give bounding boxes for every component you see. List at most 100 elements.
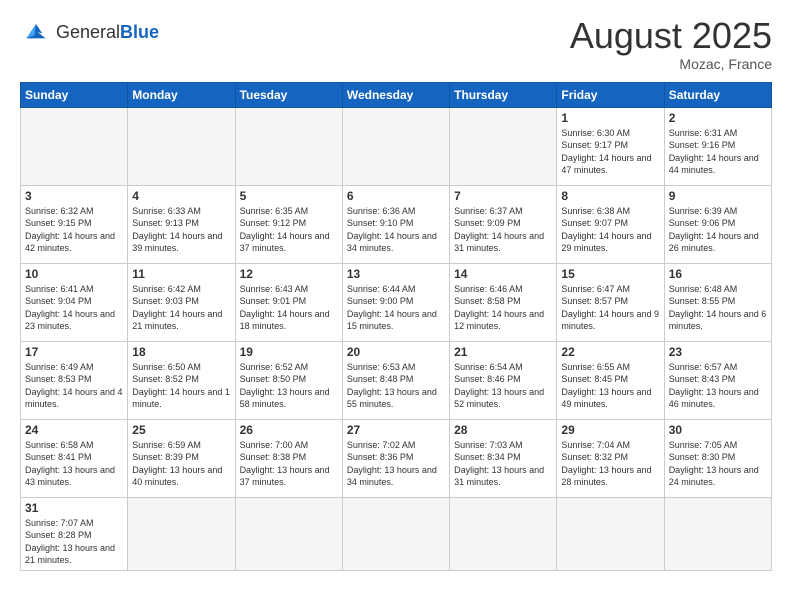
table-row: 30Sunrise: 7:05 AM Sunset: 8:30 PM Dayli…	[664, 419, 771, 497]
day-number: 18	[132, 345, 230, 359]
table-row: 13 Sunrise: 6:44 AM Sunset: 9:00 PM Dayli…	[342, 263, 449, 341]
table-row: 6 Sunrise: 6:36 AM Sunset: 9:10 PM Daylig…	[342, 185, 449, 263]
day-number: 4	[132, 189, 230, 203]
day-info: Sunrise: 6:53 AM Sunset: 8:48 PM Dayligh…	[347, 361, 445, 411]
day-number: 21	[454, 345, 552, 359]
table-row: 17 Sunrise: 6:49 AM Sunset: 8:53 PM Dayli…	[21, 341, 128, 419]
title-block: August 2025 Mozac, France	[570, 16, 772, 72]
calendar-table: Sunday Monday Tuesday Wednesday Thursday…	[20, 82, 772, 571]
day-info: Sunrise: 6:46 AM Sunset: 8:58 PM Dayligh…	[454, 283, 552, 333]
day-info: Sunrise: 6:54 AM Sunset: 8:46 PM Dayligh…	[454, 361, 552, 411]
table-row: 5Sunrise: 6:35 AM Sunset: 9:12 PM Daylig…	[235, 185, 342, 263]
table-row: 9Sunrise: 6:39 AM Sunset: 9:06 PM Daylig…	[664, 185, 771, 263]
day-number: 13	[347, 267, 445, 281]
table-row: 31 Sunrise: 7:07 AM Sunset: 8:28 PM Dayli…	[21, 497, 128, 570]
table-row: 14 Sunrise: 6:46 AM Sunset: 8:58 PM Dayli…	[450, 263, 557, 341]
day-info: Sunrise: 6:42 AM Sunset: 9:03 PM Dayligh…	[132, 283, 230, 333]
day-info: Sunrise: 6:55 AM Sunset: 8:45 PM Dayligh…	[561, 361, 659, 411]
day-number: 23	[669, 345, 767, 359]
calendar-week-row: 10Sunrise: 6:41 AM Sunset: 9:04 PM Dayli…	[21, 263, 772, 341]
logo-icon	[20, 16, 52, 48]
day-number: 16	[669, 267, 767, 281]
day-number: 6	[347, 189, 445, 203]
day-number: 3	[25, 189, 123, 203]
day-info: Sunrise: 6:44 AM Sunset: 9:00 PM Dayligh…	[347, 283, 445, 333]
calendar-header-row: Sunday Monday Tuesday Wednesday Thursday…	[21, 82, 772, 107]
table-row	[664, 497, 771, 570]
calendar-week-row: 31 Sunrise: 7:07 AM Sunset: 8:28 PM Dayli…	[21, 497, 772, 570]
table-row	[450, 107, 557, 185]
header-thursday: Thursday	[450, 82, 557, 107]
day-info: Sunrise: 6:58 AM Sunset: 8:41 PM Dayligh…	[25, 439, 123, 489]
day-number: 28	[454, 423, 552, 437]
day-info: Sunrise: 6:59 AM Sunset: 8:39 PM Dayligh…	[132, 439, 230, 489]
day-number: 9	[669, 189, 767, 203]
day-info: Sunrise: 6:49 AM Sunset: 8:53 PM Dayligh…	[25, 361, 123, 411]
table-row: 1 Sunrise: 6:30 AM Sunset: 9:17 PM Daylig…	[557, 107, 664, 185]
day-info: Sunrise: 6:43 AM Sunset: 9:01 PM Dayligh…	[240, 283, 338, 333]
page: GeneralBlue August 2025 Mozac, France Su…	[0, 0, 792, 612]
table-row: 22 Sunrise: 6:55 AM Sunset: 8:45 PM Dayli…	[557, 341, 664, 419]
header-tuesday: Tuesday	[235, 82, 342, 107]
day-number: 1	[561, 111, 659, 125]
calendar-week-row: 17 Sunrise: 6:49 AM Sunset: 8:53 PM Dayli…	[21, 341, 772, 419]
day-number: 27	[347, 423, 445, 437]
day-info: Sunrise: 6:31 AM Sunset: 9:16 PM Dayligh…	[669, 127, 767, 177]
day-number: 12	[240, 267, 338, 281]
day-number: 14	[454, 267, 552, 281]
day-info: Sunrise: 6:52 AM Sunset: 8:50 PM Dayligh…	[240, 361, 338, 411]
day-info: Sunrise: 7:04 AM Sunset: 8:32 PM Dayligh…	[561, 439, 659, 489]
day-number: 22	[561, 345, 659, 359]
day-info: Sunrise: 6:41 AM Sunset: 9:04 PM Dayligh…	[25, 283, 123, 333]
table-row	[128, 107, 235, 185]
day-info: Sunrise: 6:30 AM Sunset: 9:17 PM Dayligh…	[561, 127, 659, 177]
table-row: 21 Sunrise: 6:54 AM Sunset: 8:46 PM Dayli…	[450, 341, 557, 419]
logo: GeneralBlue	[20, 16, 159, 48]
day-number: 7	[454, 189, 552, 203]
table-row: 8Sunrise: 6:38 AM Sunset: 9:07 PM Daylig…	[557, 185, 664, 263]
day-number: 5	[240, 189, 338, 203]
day-number: 26	[240, 423, 338, 437]
header-saturday: Saturday	[664, 82, 771, 107]
table-row	[450, 497, 557, 570]
table-row: 26Sunrise: 7:00 AM Sunset: 8:38 PM Dayli…	[235, 419, 342, 497]
day-info: Sunrise: 6:33 AM Sunset: 9:13 PM Dayligh…	[132, 205, 230, 255]
table-row: 24 Sunrise: 6:58 AM Sunset: 8:41 PM Dayli…	[21, 419, 128, 497]
day-number: 19	[240, 345, 338, 359]
table-row: 18 Sunrise: 6:50 AM Sunset: 8:52 PM Dayli…	[128, 341, 235, 419]
table-row: 4 Sunrise: 6:33 AM Sunset: 9:13 PM Daylig…	[128, 185, 235, 263]
table-row: 15Sunrise: 6:47 AM Sunset: 8:57 PM Dayli…	[557, 263, 664, 341]
day-number: 11	[132, 267, 230, 281]
day-info: Sunrise: 6:37 AM Sunset: 9:09 PM Dayligh…	[454, 205, 552, 255]
table-row: 29 Sunrise: 7:04 AM Sunset: 8:32 PM Dayli…	[557, 419, 664, 497]
day-info: Sunrise: 6:50 AM Sunset: 8:52 PM Dayligh…	[132, 361, 230, 411]
table-row: 28 Sunrise: 7:03 AM Sunset: 8:34 PM Dayli…	[450, 419, 557, 497]
day-info: Sunrise: 6:32 AM Sunset: 9:15 PM Dayligh…	[25, 205, 123, 255]
table-row	[235, 497, 342, 570]
day-info: Sunrise: 6:36 AM Sunset: 9:10 PM Dayligh…	[347, 205, 445, 255]
day-number: 2	[669, 111, 767, 125]
day-number: 15	[561, 267, 659, 281]
day-number: 24	[25, 423, 123, 437]
day-number: 8	[561, 189, 659, 203]
table-row: 11 Sunrise: 6:42 AM Sunset: 9:03 PM Dayli…	[128, 263, 235, 341]
table-row: 27Sunrise: 7:02 AM Sunset: 8:36 PM Dayli…	[342, 419, 449, 497]
day-info: Sunrise: 7:03 AM Sunset: 8:34 PM Dayligh…	[454, 439, 552, 489]
table-row: 20 Sunrise: 6:53 AM Sunset: 8:48 PM Dayli…	[342, 341, 449, 419]
day-number: 29	[561, 423, 659, 437]
table-row: 23 Sunrise: 6:57 AM Sunset: 8:43 PM Dayli…	[664, 341, 771, 419]
day-info: Sunrise: 7:07 AM Sunset: 8:28 PM Dayligh…	[25, 517, 123, 567]
header-monday: Monday	[128, 82, 235, 107]
day-info: Sunrise: 6:57 AM Sunset: 8:43 PM Dayligh…	[669, 361, 767, 411]
table-row	[342, 107, 449, 185]
day-number: 31	[25, 501, 123, 515]
logo-text: GeneralBlue	[56, 22, 159, 43]
day-number: 17	[25, 345, 123, 359]
day-number: 30	[669, 423, 767, 437]
header: GeneralBlue August 2025 Mozac, France	[20, 16, 772, 72]
header-wednesday: Wednesday	[342, 82, 449, 107]
day-number: 20	[347, 345, 445, 359]
table-row	[235, 107, 342, 185]
day-info: Sunrise: 6:48 AM Sunset: 8:55 PM Dayligh…	[669, 283, 767, 333]
calendar-title: August 2025	[570, 16, 772, 56]
